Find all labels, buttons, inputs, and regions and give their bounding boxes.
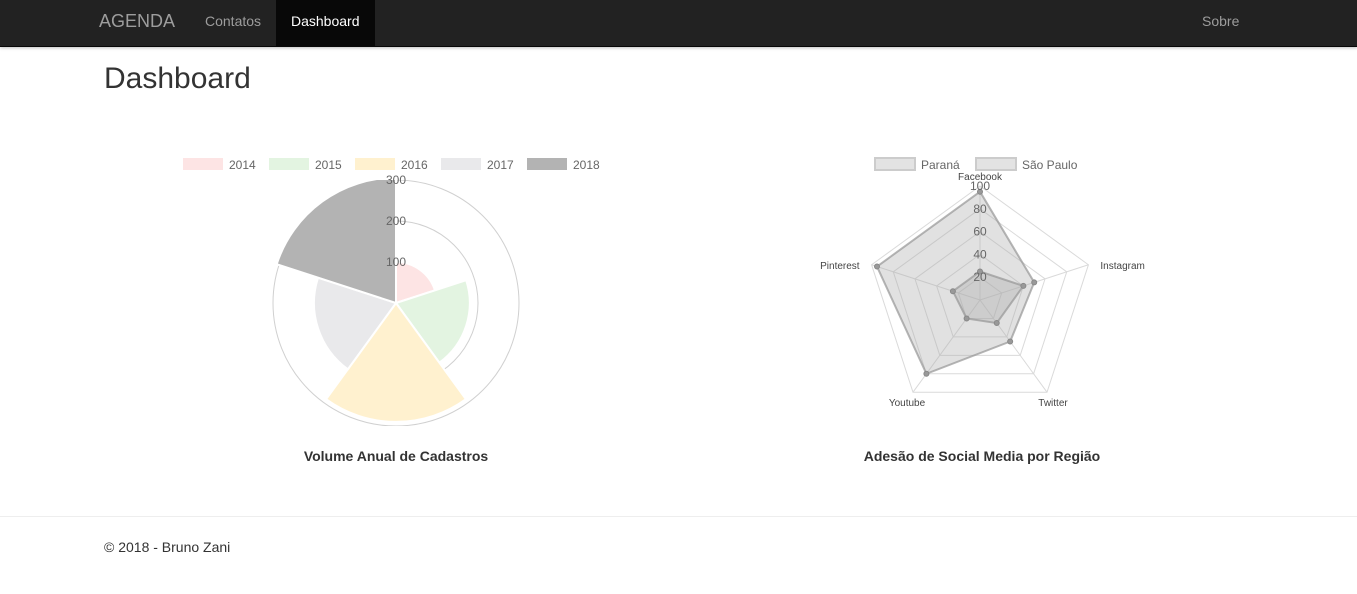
- legend-label-2018: 2018: [573, 158, 600, 172]
- legend-swatch-2018: [527, 158, 567, 170]
- radar-point: [949, 288, 956, 295]
- nav-dashboard[interactable]: Dashboard: [276, 0, 375, 46]
- page-title: Dashboard: [104, 62, 251, 95]
- polar-tick-label: 200: [386, 214, 406, 228]
- radar-chart-title: Adesão de Social Media por Região: [863, 448, 1101, 464]
- radar-tick-label: 40: [973, 247, 987, 261]
- legend-swatch-series-0: [874, 157, 916, 171]
- radar-tick-label: 20: [973, 270, 987, 284]
- legend-swatch-2017: [441, 158, 481, 170]
- radar-point: [1007, 338, 1014, 345]
- footer-copyright: © 2018 - Bruno Zani: [104, 539, 231, 555]
- radar-tick-label: 60: [973, 225, 987, 239]
- radar-point: [1020, 282, 1027, 289]
- radar-point: [963, 315, 970, 322]
- polar-tick-label: 100: [386, 255, 406, 269]
- radar-tick-label: 80: [973, 202, 987, 216]
- radar-category-instagram: Instagram: [1100, 261, 1144, 272]
- navbar: AGENDA Contatos Dashboard Sobre: [0, 0, 1357, 47]
- radar-category-twitter: Twitter: [1038, 398, 1068, 409]
- legend-swatch-series-1: [975, 157, 1017, 171]
- polar-area-chart: 100 200 300 2014 2015 2016 2017 2018: [183, 158, 600, 426]
- footer-divider: [0, 516, 1357, 517]
- polar-tick-label: 300: [386, 173, 406, 187]
- radar-point: [993, 320, 1000, 327]
- nav-sobre[interactable]: Sobre: [1187, 0, 1254, 46]
- radar-chart: 20406080100FacebookInstagramTwitterYoutu…: [820, 157, 1145, 409]
- legend-label-series-1: São Paulo: [1022, 158, 1078, 172]
- radar-category-facebook: Facebook: [958, 172, 1003, 183]
- radar-point: [923, 370, 930, 377]
- legend-label-2016: 2016: [401, 158, 428, 172]
- legend-swatch-2015: [269, 158, 309, 170]
- legend-swatch-2014: [183, 158, 223, 170]
- brand-link[interactable]: AGENDA: [99, 0, 175, 46]
- legend-label-series-0: Paraná: [921, 158, 960, 172]
- radar-point: [1031, 279, 1038, 286]
- polar-chart-title: Volume Anual de Cadastros: [303, 448, 489, 464]
- radar-point: [874, 263, 881, 270]
- legend-label-2015: 2015: [315, 158, 342, 172]
- nav-contatos[interactable]: Contatos: [190, 0, 276, 46]
- radar-category-youtube: Youtube: [889, 398, 926, 409]
- legend-label-2014: 2014: [229, 158, 256, 172]
- polar-slice-2018: [275, 180, 397, 305]
- radar-category-pinterest: Pinterest: [820, 261, 860, 272]
- legend-swatch-2016: [355, 158, 395, 170]
- legend-label-2017: 2017: [487, 158, 514, 172]
